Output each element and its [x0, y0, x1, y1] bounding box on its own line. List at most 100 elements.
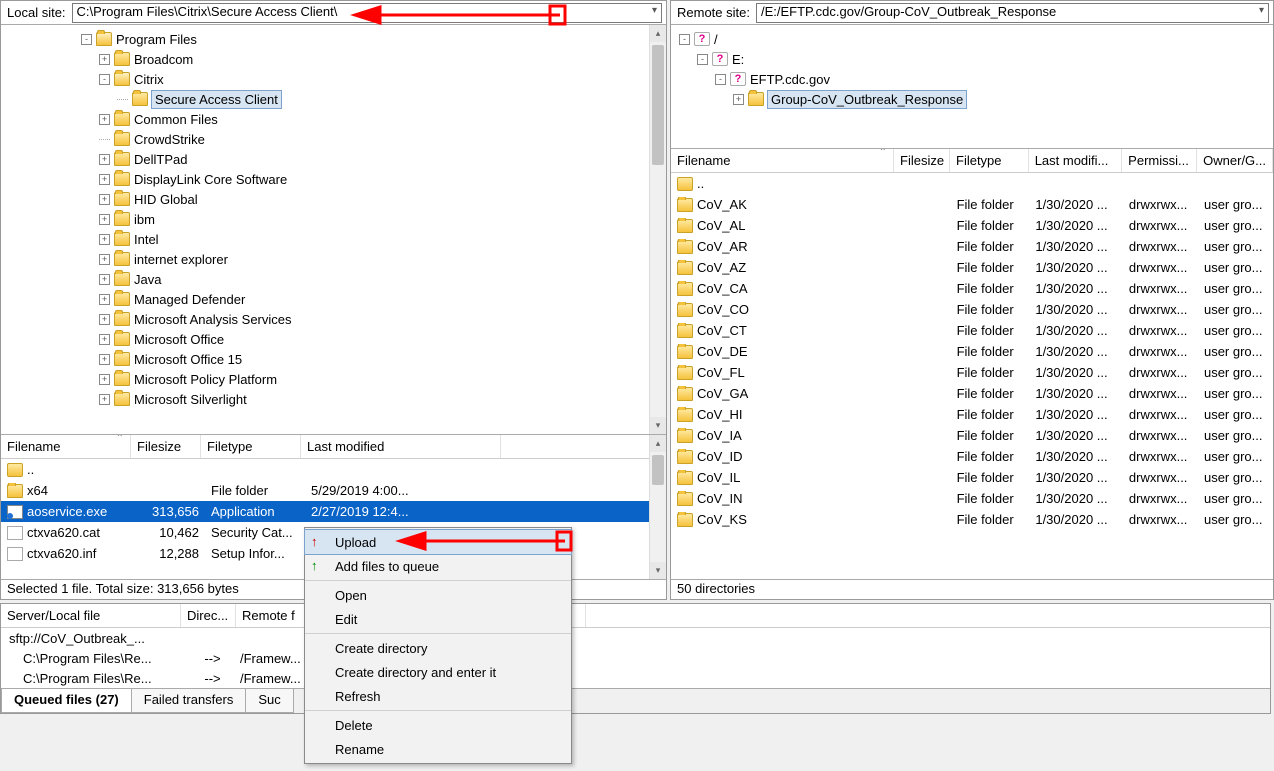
tree-item[interactable]: + Microsoft Office 15 — [1, 349, 666, 369]
expand-toggle[interactable]: - — [697, 54, 708, 65]
context-menu-item[interactable]: Refresh — [305, 684, 571, 708]
list-item[interactable]: CoV_IAFile folder1/30/2020 ...drwxrwx...… — [671, 425, 1273, 446]
queue-tab[interactable]: Suc — [245, 689, 293, 713]
column-header[interactable]: Filename — [1, 435, 131, 458]
list-item[interactable]: CoV_IDFile folder1/30/2020 ...drwxrwx...… — [671, 446, 1273, 467]
tree-label: Microsoft Office 15 — [134, 352, 242, 367]
tree-item[interactable]: -E: — [671, 49, 1273, 69]
context-menu-item[interactable]: ↑Add files to queue — [305, 554, 571, 578]
column-header[interactable]: Remote f — [236, 604, 306, 627]
remote-file-list[interactable]: FilenameFilesizeFiletypeLast modifi...Pe… — [671, 149, 1273, 579]
tree-item[interactable]: +Microsoft Analysis Services — [1, 309, 666, 329]
local-list-scrollbar[interactable]: ▴▾ — [649, 435, 666, 579]
tree-item[interactable]: -EFTP.cdc.gov — [671, 69, 1273, 89]
column-header[interactable]: Last modified — [301, 435, 501, 458]
tree-item[interactable]: +DisplayLink Core Software — [1, 169, 666, 189]
list-item[interactable]: CoV_ARFile folder1/30/2020 ...drwxrwx...… — [671, 236, 1273, 257]
tree-item[interactable]: +Intel — [1, 229, 666, 249]
tree-item[interactable]: +Broadcom — [1, 49, 666, 69]
list-item[interactable]: CoV_HIFile folder1/30/2020 ...drwxrwx...… — [671, 404, 1273, 425]
tree-item[interactable]: +Group-CoV_Outbreak_Response — [671, 89, 1273, 109]
expand-toggle[interactable]: + — [99, 374, 110, 385]
queue-tab[interactable]: Queued files (27) — [1, 689, 132, 713]
context-menu-item[interactable]: Create directory — [305, 636, 571, 660]
list-item[interactable]: CoV_ALFile folder1/30/2020 ...drwxrwx...… — [671, 215, 1273, 236]
tree-item[interactable]: -/ — [671, 29, 1273, 49]
tree-item[interactable]: +Java — [1, 269, 666, 289]
expand-toggle[interactable]: + — [99, 214, 110, 225]
list-item[interactable]: CoV_CAFile folder1/30/2020 ...drwxrwx...… — [671, 278, 1273, 299]
column-header[interactable]: Filename — [671, 149, 894, 172]
queue-row[interactable]: sftp://CoV_Outbreak_... — [1, 628, 1270, 648]
list-item[interactable]: CoV_AZFile folder1/30/2020 ...drwxrwx...… — [671, 257, 1273, 278]
expand-toggle[interactable]: - — [99, 74, 110, 85]
expand-toggle[interactable]: + — [99, 294, 110, 305]
column-header[interactable]: Last modifi... — [1029, 149, 1122, 172]
column-header[interactable]: Filetype — [201, 435, 301, 458]
local-tree[interactable]: ▴▾ -Program Files+Broadcom-CitrixSecure … — [1, 25, 666, 435]
tree-item[interactable]: +Microsoft Silverlight — [1, 389, 666, 409]
expand-toggle[interactable]: - — [81, 34, 92, 45]
expand-toggle[interactable]: + — [99, 314, 110, 325]
queue-tab[interactable]: Failed transfers — [131, 689, 247, 713]
expand-toggle[interactable]: + — [99, 334, 110, 345]
expand-toggle[interactable]: - — [679, 34, 690, 45]
context-menu-item[interactable]: Delete — [305, 713, 571, 737]
column-header[interactable]: Filesize — [894, 149, 950, 172]
remote-tree[interactable]: -/-E:-EFTP.cdc.gov+Group-CoV_Outbreak_Re… — [671, 25, 1273, 149]
context-menu-item[interactable]: Rename — [305, 737, 571, 761]
list-item[interactable]: CoV_ILFile folder1/30/2020 ...drwxrwx...… — [671, 467, 1273, 488]
tree-item[interactable]: Secure Access Client — [1, 89, 666, 109]
list-item[interactable]: aoservice.exe313,656Application2/27/2019… — [1, 501, 666, 522]
list-item[interactable]: CoV_INFile folder1/30/2020 ...drwxrwx...… — [671, 488, 1273, 509]
context-menu-item[interactable]: Open — [305, 583, 571, 607]
column-header[interactable]: Filesize — [131, 435, 201, 458]
tree-item[interactable]: +Microsoft Office — [1, 329, 666, 349]
expand-toggle[interactable]: + — [99, 174, 110, 185]
column-header[interactable]: Server/Local file — [1, 604, 181, 627]
list-item[interactable]: CoV_COFile folder1/30/2020 ...drwxrwx...… — [671, 299, 1273, 320]
list-item[interactable]: CoV_FLFile folder1/30/2020 ...drwxrwx...… — [671, 362, 1273, 383]
tree-item[interactable]: +Common Files — [1, 109, 666, 129]
local-tree-scrollbar[interactable]: ▴▾ — [649, 25, 666, 434]
tree-item[interactable]: +Managed Defender — [1, 289, 666, 309]
remote-path-input[interactable]: /E:/EFTP.cdc.gov/Group-CoV_Outbreak_Resp… — [756, 3, 1269, 23]
expand-toggle[interactable]: + — [99, 354, 110, 365]
column-header[interactable]: Direc... — [181, 604, 236, 627]
column-header[interactable]: Filetype — [950, 149, 1029, 172]
expand-toggle[interactable]: + — [99, 154, 110, 165]
column-header[interactable]: Permissi... — [1122, 149, 1197, 172]
tree-item[interactable]: +ibm — [1, 209, 666, 229]
list-item[interactable]: x64File folder5/29/2019 4:00... — [1, 480, 666, 501]
expand-toggle[interactable]: + — [733, 94, 744, 105]
file-name: CoV_AR — [697, 239, 748, 254]
expand-toggle[interactable]: + — [99, 274, 110, 285]
queue-row[interactable]: C:\Program Files\Re...-->/Framew... — [1, 668, 1270, 688]
list-item[interactable]: CoV_AKFile folder1/30/2020 ...drwxrwx...… — [671, 194, 1273, 215]
expand-toggle[interactable]: - — [715, 74, 726, 85]
list-item[interactable]: CoV_GAFile folder1/30/2020 ...drwxrwx...… — [671, 383, 1273, 404]
tree-item[interactable]: -Program Files — [1, 29, 666, 49]
expand-toggle[interactable]: + — [99, 234, 110, 245]
list-item[interactable]: .. — [1, 459, 666, 480]
context-menu-item[interactable]: Create directory and enter it — [305, 660, 571, 684]
expand-toggle[interactable]: + — [99, 254, 110, 265]
list-item[interactable]: CoV_DEFile folder1/30/2020 ...drwxrwx...… — [671, 341, 1273, 362]
expand-toggle[interactable]: + — [99, 54, 110, 65]
expand-toggle[interactable]: + — [99, 114, 110, 125]
folder-icon — [677, 429, 693, 443]
expand-toggle[interactable]: + — [99, 394, 110, 405]
tree-item[interactable]: CrowdStrike — [1, 129, 666, 149]
context-menu-item[interactable]: Edit — [305, 607, 571, 631]
list-item[interactable]: .. — [671, 173, 1273, 194]
queue-row[interactable]: C:\Program Files\Re...-->/Framew... — [1, 648, 1270, 668]
list-item[interactable]: CoV_KSFile folder1/30/2020 ...drwxrwx...… — [671, 509, 1273, 530]
expand-toggle[interactable]: + — [99, 194, 110, 205]
tree-item[interactable]: +Microsoft Policy Platform — [1, 369, 666, 389]
list-item[interactable]: CoV_CTFile folder1/30/2020 ...drwxrwx...… — [671, 320, 1273, 341]
tree-item[interactable]: +DellTPad — [1, 149, 666, 169]
column-header[interactable]: Owner/G... — [1197, 149, 1273, 172]
tree-item[interactable]: +internet explorer — [1, 249, 666, 269]
tree-item[interactable]: -Citrix — [1, 69, 666, 89]
tree-item[interactable]: +HID Global — [1, 189, 666, 209]
